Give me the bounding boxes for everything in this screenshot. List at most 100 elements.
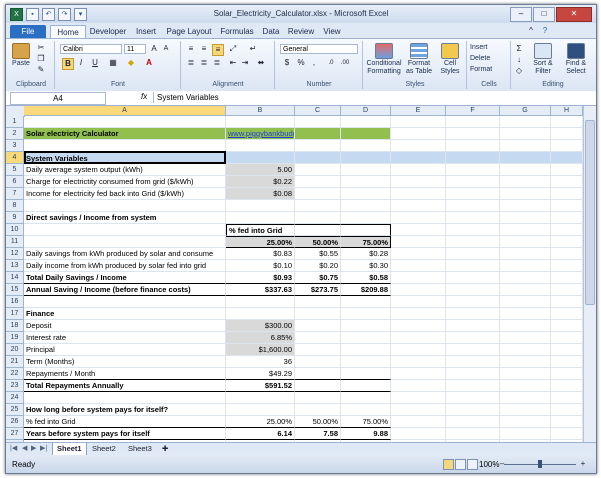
- cell-b1[interactable]: [226, 116, 295, 128]
- italic-button[interactable]: I: [76, 58, 86, 68]
- cell-b15[interactable]: $337.63: [226, 284, 295, 296]
- cell-g2[interactable]: [500, 128, 551, 140]
- cell-f2[interactable]: [446, 128, 500, 140]
- cell-a23[interactable]: Total Repayments Annually: [24, 380, 226, 392]
- sheet-tab-2[interactable]: Sheet2: [88, 443, 120, 455]
- column-header-f[interactable]: F: [446, 106, 500, 116]
- cell-c12[interactable]: $0.55: [295, 248, 341, 260]
- row-header[interactable]: 21: [6, 356, 24, 368]
- cell-c11[interactable]: 50.00%: [295, 236, 341, 248]
- cell-e16[interactable]: [391, 296, 446, 308]
- cell-b5[interactable]: 5.00: [226, 164, 295, 176]
- increase-indent-icon[interactable]: ⇥: [240, 58, 250, 68]
- column-header-c[interactable]: C: [295, 106, 341, 116]
- row-header[interactable]: 5: [6, 164, 24, 176]
- row-header[interactable]: 6: [6, 176, 24, 188]
- cell-d6[interactable]: [341, 176, 391, 188]
- cell-d17[interactable]: [341, 308, 391, 320]
- conditional-formatting-button[interactable]: Conditional Formatting: [366, 43, 402, 76]
- cell-f23[interactable]: [446, 380, 500, 392]
- cell-e6[interactable]: [391, 176, 446, 188]
- cell-f26[interactable]: [446, 416, 500, 428]
- cell-f18[interactable]: [446, 320, 500, 332]
- cell-h10[interactable]: [551, 224, 583, 236]
- cell-a19[interactable]: Interest rate: [24, 332, 226, 344]
- cell-c9[interactable]: [295, 212, 341, 224]
- cell-h6[interactable]: [551, 176, 583, 188]
- cell-e12[interactable]: [391, 248, 446, 260]
- cell-a9[interactable]: Direct savings / Income from system: [24, 212, 226, 224]
- row-header[interactable]: 11: [6, 236, 24, 248]
- cell-f10[interactable]: [446, 224, 500, 236]
- cell-g14[interactable]: [500, 272, 551, 284]
- tab-view[interactable]: View: [320, 25, 344, 38]
- borders-icon[interactable]: ▦: [108, 58, 118, 68]
- row-header[interactable]: 7: [6, 188, 24, 200]
- cell-e4[interactable]: [391, 152, 446, 164]
- page-break-view-icon[interactable]: [467, 459, 478, 470]
- cell-f11[interactable]: [446, 236, 500, 248]
- cell-b25[interactable]: [226, 404, 295, 416]
- cell-f4[interactable]: [446, 152, 500, 164]
- column-header-d[interactable]: D: [341, 106, 391, 116]
- cell-a26[interactable]: % fed into Grid: [24, 416, 226, 428]
- zoom-in-icon[interactable]: +: [578, 459, 588, 469]
- cell-h17[interactable]: [551, 308, 583, 320]
- cell-a15[interactable]: Annual Saving / Income (before finance c…: [24, 284, 226, 296]
- cell-a17[interactable]: Finance: [24, 308, 226, 320]
- increase-font-icon[interactable]: A: [149, 44, 159, 54]
- cell-c2[interactable]: [295, 128, 341, 140]
- tab-developer[interactable]: Developer: [88, 25, 128, 38]
- format-cells-button[interactable]: Format: [470, 66, 508, 74]
- cell-c25[interactable]: [295, 404, 341, 416]
- cell-g4[interactable]: [500, 152, 551, 164]
- cell-d20[interactable]: [341, 344, 391, 356]
- cell-a16[interactable]: [24, 296, 226, 308]
- cell-b4[interactable]: [226, 152, 295, 164]
- cell-d1[interactable]: [341, 116, 391, 128]
- cell-h8[interactable]: [551, 200, 583, 212]
- row-header[interactable]: 2: [6, 128, 24, 140]
- normal-view-icon[interactable]: [443, 459, 454, 470]
- cell-c22[interactable]: [295, 368, 341, 380]
- cell-d23[interactable]: [341, 380, 391, 392]
- cell-f3[interactable]: [446, 140, 500, 152]
- cell-c24[interactable]: [295, 392, 341, 404]
- decrease-font-icon[interactable]: A: [161, 44, 171, 54]
- cell-f1[interactable]: [446, 116, 500, 128]
- cell-h11[interactable]: [551, 236, 583, 248]
- cell-d27[interactable]: 9.88: [341, 428, 391, 440]
- middle-align-icon[interactable]: ≡: [199, 44, 209, 54]
- cell-h3[interactable]: [551, 140, 583, 152]
- row-header[interactable]: 15: [6, 284, 24, 296]
- tab-formulas[interactable]: Formulas: [218, 25, 256, 38]
- cell-b9[interactable]: [226, 212, 295, 224]
- cell-b12[interactable]: $0.83: [226, 248, 295, 260]
- cell-f15[interactable]: [446, 284, 500, 296]
- cell-b6[interactable]: $0.22: [226, 176, 295, 188]
- cell-f6[interactable]: [446, 176, 500, 188]
- cell-g26[interactable]: [500, 416, 551, 428]
- cell-g6[interactable]: [500, 176, 551, 188]
- cell-e14[interactable]: [391, 272, 446, 284]
- cell-a25[interactable]: How long before system pays for itself?: [24, 404, 226, 416]
- maximize-button[interactable]: □: [533, 7, 555, 22]
- cell-f12[interactable]: [446, 248, 500, 260]
- cell-e26[interactable]: [391, 416, 446, 428]
- cell-b20[interactable]: $1,600.00: [226, 344, 295, 356]
- cell-g10[interactable]: [500, 224, 551, 236]
- tab-insert[interactable]: Insert: [132, 25, 160, 38]
- row-header[interactable]: 19: [6, 332, 24, 344]
- cell-c27[interactable]: 7.58: [295, 428, 341, 440]
- page-layout-view-icon[interactable]: [455, 459, 466, 470]
- cell-f22[interactable]: [446, 368, 500, 380]
- cell-b3[interactable]: [226, 140, 295, 152]
- cell-b24[interactable]: [226, 392, 295, 404]
- cell-f27[interactable]: [446, 428, 500, 440]
- cell-d15[interactable]: $209.88: [341, 284, 391, 296]
- cut-icon[interactable]: ✂: [36, 43, 46, 53]
- currency-icon[interactable]: $: [282, 58, 292, 68]
- cell-f21[interactable]: [446, 356, 500, 368]
- cell-c26[interactable]: 50.00%: [295, 416, 341, 428]
- cell-c4[interactable]: [295, 152, 341, 164]
